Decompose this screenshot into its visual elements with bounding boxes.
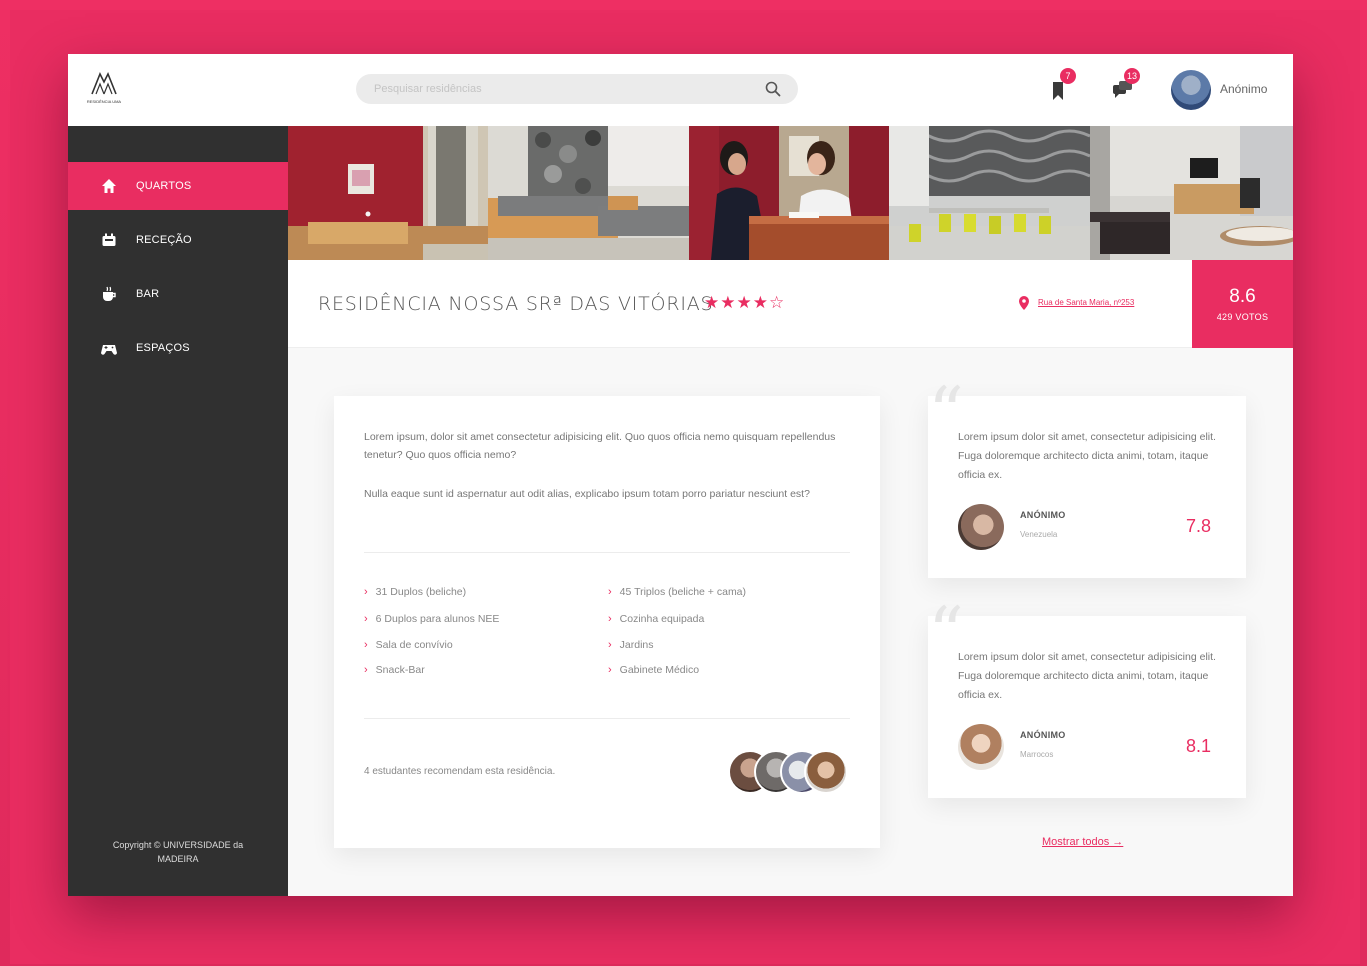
bookmark-count-badge: 7 xyxy=(1060,68,1076,84)
residence-title-bar: RESIDÊNCIA NOSSA SRª DAS VITÓRIAS ★★★★☆ … xyxy=(288,260,1293,348)
reception-photo-image xyxy=(689,126,889,260)
room-photo-image xyxy=(288,126,488,260)
feature-item: › Snack-Bar xyxy=(364,664,425,676)
sidebar-item-rececao[interactable]: RECEÇÃO xyxy=(68,216,288,264)
sidebar-item-bar[interactable]: BAR xyxy=(68,270,288,318)
sidebar-item-quartos[interactable]: QUARTOS xyxy=(68,162,288,210)
gamepad-icon xyxy=(101,345,117,355)
feature-item: › 45 Triplos (beliche + cama) xyxy=(608,586,747,598)
logo-text: RESIDÊNCIA UMA xyxy=(86,99,122,104)
score-box: 8.6 429 VOTOS xyxy=(1192,260,1293,348)
user-avatar[interactable] xyxy=(1171,70,1211,110)
location-pin-icon xyxy=(1019,296,1029,310)
votes-count: 429 VOTOS xyxy=(1216,312,1269,322)
logo[interactable]: RESIDÊNCIA UMA xyxy=(86,68,122,110)
coffee-icon xyxy=(103,286,116,301)
dorm-photo[interactable] xyxy=(488,126,689,260)
messages-count-badge: 13 xyxy=(1124,68,1140,84)
show-all-link[interactable]: Mostrar todos → xyxy=(1042,836,1123,848)
reviewer-name: ANÓNIMO xyxy=(1020,510,1066,520)
home-icon xyxy=(102,179,116,193)
logo-mark-icon xyxy=(91,72,117,95)
sidebar: QUARTOS RECEÇÃO BAR ESPAÇOS Copyright © … xyxy=(68,126,288,896)
reviewer-country: Venezuela xyxy=(1020,530,1058,539)
description-card: Lorem ipsum, dolor sit amet consectetur … xyxy=(334,396,880,848)
feature-item: › Sala de convívio xyxy=(364,639,453,651)
recommend-text: 4 estudantes recomendam esta residência. xyxy=(364,766,556,777)
star-rating: ★★★★☆ xyxy=(704,293,786,312)
room-photo[interactable] xyxy=(288,126,488,260)
photo-banner xyxy=(288,126,1293,260)
reception-icon xyxy=(102,233,116,246)
feature-item: › 6 Duplos para alunos NEE xyxy=(364,613,500,625)
feature-item: › Cozinha equipada xyxy=(608,613,705,625)
user-name[interactable]: Anónimo xyxy=(1220,82,1267,96)
review-card: “ Lorem ipsum dolor sit amet, consectetu… xyxy=(928,378,1246,578)
feature-item: › Gabinete Médico xyxy=(608,664,700,676)
chevron-right-icon: › xyxy=(608,613,612,625)
chevron-right-icon: › xyxy=(608,664,612,676)
search-icon[interactable] xyxy=(764,80,782,98)
sidebar-item-label: RECEÇÃO xyxy=(136,234,192,246)
reviewer-country: Marrocos xyxy=(1020,750,1054,759)
feature-item: › 31 Duplos (beliche) xyxy=(364,586,467,598)
chevron-right-icon: › xyxy=(608,586,612,598)
chevron-right-icon: › xyxy=(364,664,368,676)
dorm-photo-image xyxy=(488,126,689,260)
copyright-text: Copyright © UNIVERSIDADE da MADEIRA xyxy=(112,840,244,864)
reviewer-avatar[interactable] xyxy=(958,504,1004,550)
sidebar-item-label: QUARTOS xyxy=(136,180,192,192)
description-paragraph: Lorem ipsum, dolor sit amet consectetur … xyxy=(364,431,836,461)
recommender-avatar[interactable] xyxy=(804,750,848,794)
chevron-right-icon: › xyxy=(364,639,368,651)
canteen-photo-image xyxy=(889,126,1090,260)
reviewer-avatar[interactable] xyxy=(958,724,1004,770)
sidebar-item-label: ESPAÇOS xyxy=(136,342,190,354)
overall-score: 8.6 xyxy=(1229,286,1256,307)
bookmarks-button[interactable]: 7 xyxy=(1044,68,1076,104)
chevron-right-icon: › xyxy=(608,639,612,651)
search-bar xyxy=(356,74,798,104)
divider xyxy=(364,552,850,553)
review-text: Lorem ipsum dolor sit amet, consectetur … xyxy=(958,431,1216,481)
sidebar-item-espacos[interactable]: ESPAÇOS xyxy=(68,324,288,372)
search-input[interactable] xyxy=(374,80,754,98)
review-score: 7.8 xyxy=(1186,516,1212,536)
feature-item: › Jardins xyxy=(608,639,654,651)
review-text: Lorem ipsum dolor sit amet, consectetur … xyxy=(958,651,1216,701)
chevron-right-icon: › xyxy=(364,586,368,598)
canteen-photo[interactable] xyxy=(889,126,1090,260)
reception-photo[interactable] xyxy=(689,126,889,260)
residence-title: RESIDÊNCIA NOSSA SRª DAS VITÓRIAS xyxy=(318,293,714,315)
top-header: RESIDÊNCIA UMA 7 13 Anónimo xyxy=(68,54,1293,126)
lounge-photo-image xyxy=(1090,126,1293,260)
chevron-right-icon: › xyxy=(364,613,368,625)
sidebar-item-label: BAR xyxy=(136,288,160,300)
review-card: “ Lorem ipsum dolor sit amet, consectetu… xyxy=(928,598,1246,798)
lounge-photo[interactable] xyxy=(1090,126,1293,260)
review-score: 8.1 xyxy=(1186,736,1212,756)
app-window: RESIDÊNCIA UMA 7 13 Anónimo xyxy=(68,54,1293,896)
messages-button[interactable]: 13 xyxy=(1108,68,1140,104)
address-link[interactable]: Rua de Santa Maria, nº253 xyxy=(1038,298,1134,307)
description-paragraph: Nulla eaque sunt id aspernatur aut odit … xyxy=(364,488,810,500)
divider xyxy=(364,718,850,719)
reviewer-name: ANÓNIMO xyxy=(1020,730,1066,740)
